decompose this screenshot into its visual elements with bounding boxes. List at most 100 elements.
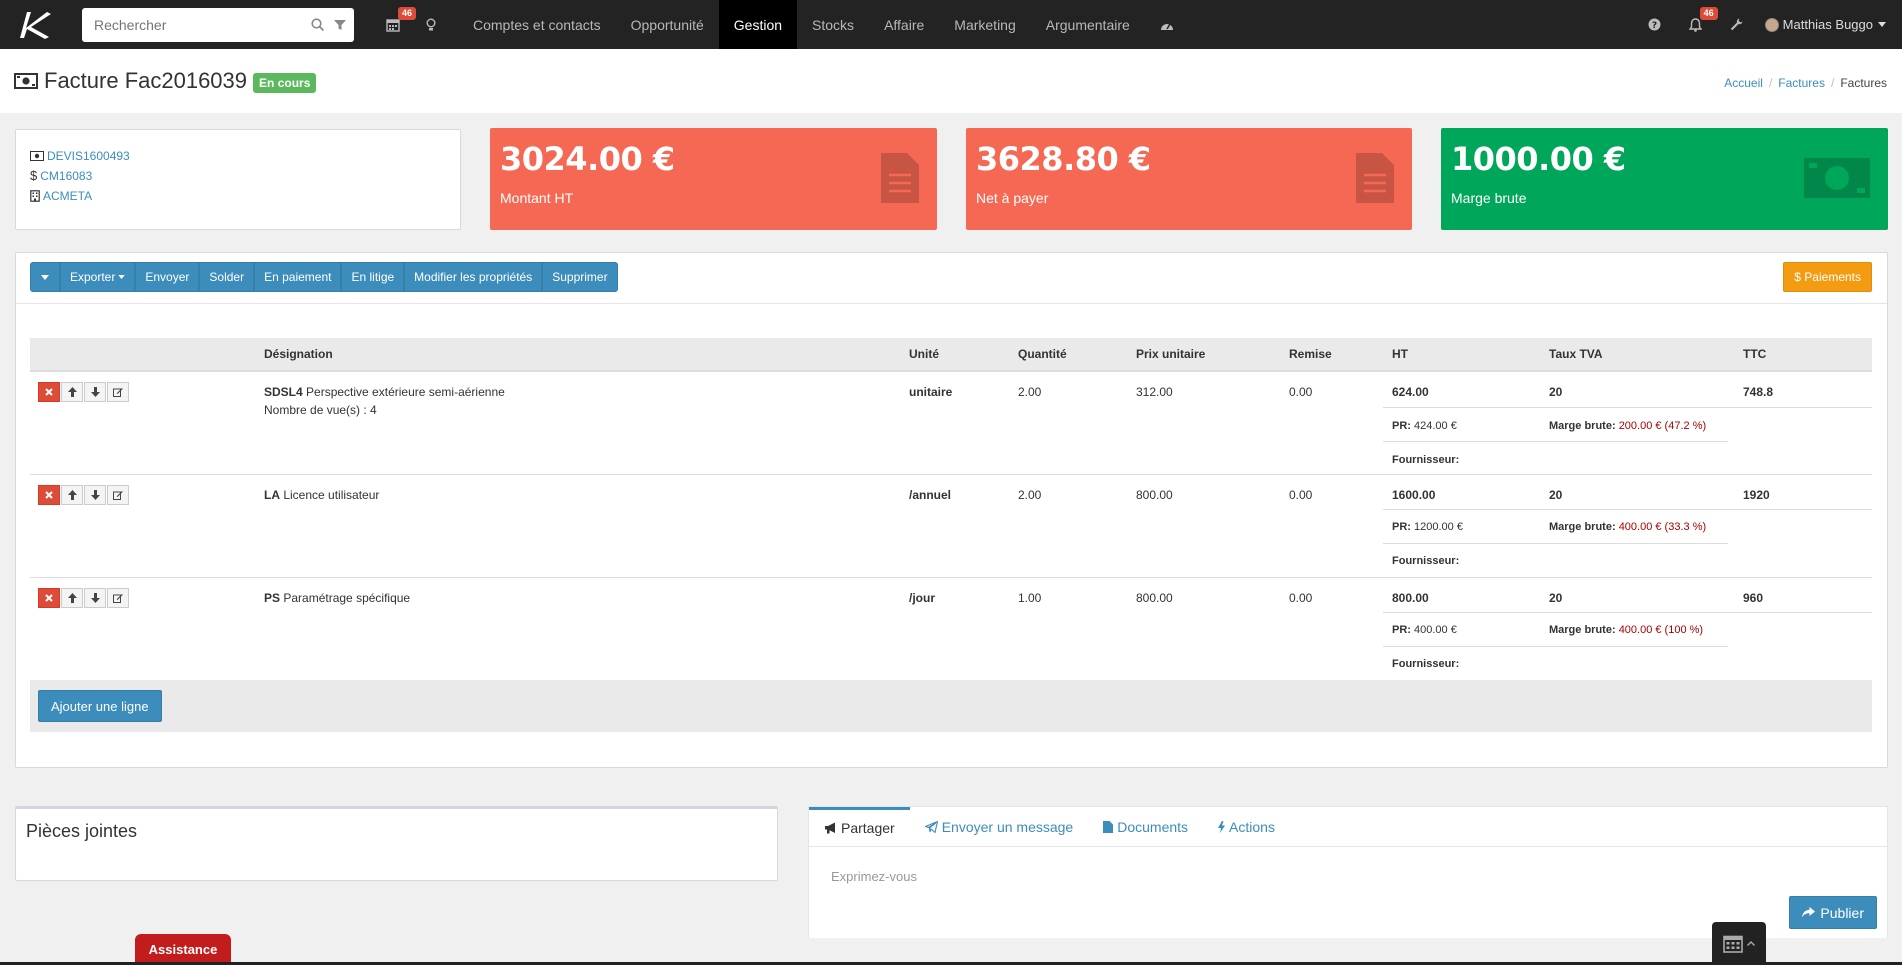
- settle-button[interactable]: Solder: [199, 262, 255, 292]
- settings-button[interactable]: [1720, 0, 1753, 49]
- attachments-box: Pièces jointes: [15, 806, 778, 881]
- move-down-button[interactable]: [84, 485, 106, 505]
- cell-unit: unitaire: [909, 385, 953, 399]
- close-icon: [45, 388, 53, 396]
- cell-pr: 400.00 €: [1414, 624, 1457, 636]
- cell-fournisseur: Fournisseur:: [1392, 555, 1460, 567]
- devis-money-icon: [30, 151, 44, 161]
- tab-partager[interactable]: Partager: [809, 807, 910, 846]
- delete-row-button[interactable]: [38, 588, 60, 608]
- calendar-nav-button[interactable]: 46: [376, 0, 416, 49]
- row-actions: [38, 588, 130, 608]
- kpi-net-a-payer: 3628.80 € Net à payer: [966, 128, 1412, 230]
- user-menu[interactable]: Matthias Buggo: [1753, 17, 1886, 32]
- breadcrumb-factures[interactable]: Factures: [1778, 76, 1825, 90]
- menu-item-opportunite[interactable]: Opportunité: [616, 0, 719, 49]
- filter-icon[interactable]: [334, 19, 346, 31]
- help-button[interactable]: ?: [1638, 0, 1671, 49]
- menu-item-affaire[interactable]: Affaire: [869, 0, 939, 49]
- social-tabs-box: Partager Envoyer un message Documents Ac…: [808, 806, 1888, 938]
- tab-documents[interactable]: Documents: [1088, 807, 1203, 846]
- menu-item-argumentaire[interactable]: Argumentaire: [1031, 0, 1145, 49]
- message-input[interactable]: Exprimez-vous: [831, 869, 917, 884]
- arrow-down-icon: [90, 387, 100, 397]
- menu-item-marketing[interactable]: Marketing: [939, 0, 1030, 49]
- table-row: PS Paramétrage spécifique /jour 1.00 800…: [30, 578, 1872, 681]
- user-name: Matthias Buggo: [1782, 17, 1873, 32]
- ideas-nav-button[interactable]: [416, 0, 446, 49]
- calendar-badge: 46: [397, 7, 416, 20]
- delete-button[interactable]: Supprimer: [542, 262, 618, 292]
- delete-row-button[interactable]: [38, 382, 60, 402]
- add-line-button[interactable]: Ajouter une ligne: [38, 690, 162, 722]
- cell-fournisseur: Fournisseur:: [1392, 658, 1460, 670]
- col-taux-tva: Taux TVA: [1549, 347, 1603, 361]
- question-icon: ?: [1648, 18, 1661, 31]
- breadcrumb-home[interactable]: Accueil: [1724, 76, 1763, 90]
- app-logo[interactable]: [0, 0, 70, 49]
- cell-marge: 200.00 € (47.2 %): [1618, 420, 1707, 432]
- avatar: [1764, 17, 1779, 32]
- cell-fournisseur: Fournisseur:: [1392, 454, 1460, 466]
- invoice-money-icon: [14, 73, 38, 89]
- delete-row-button[interactable]: [38, 485, 60, 505]
- table-row: LA Licence utilisateur /annuel 2.00 800.…: [30, 475, 1872, 578]
- edit-row-button[interactable]: [107, 382, 129, 402]
- share-icon: [1802, 907, 1816, 918]
- file-icon: [881, 153, 919, 203]
- edit-icon: [113, 387, 123, 397]
- menu-item-dashboard[interactable]: [1145, 0, 1189, 49]
- move-down-button[interactable]: [84, 382, 106, 402]
- menu-item-comptes[interactable]: Comptes et contacts: [458, 0, 616, 49]
- move-down-button[interactable]: [84, 588, 106, 608]
- link-commande[interactable]: CM16083: [40, 166, 92, 186]
- attachments-title: Pièces jointes: [26, 821, 138, 841]
- close-icon: [45, 491, 53, 499]
- edit-row-button[interactable]: [107, 588, 129, 608]
- cell-ttc: 1920: [1743, 488, 1770, 502]
- cell-tva: 20: [1549, 488, 1563, 502]
- move-up-button[interactable]: [61, 485, 83, 505]
- move-up-button[interactable]: [61, 382, 83, 402]
- in-payment-button[interactable]: En paiement: [254, 262, 342, 292]
- kpi-montant-ht: 3024.00 € Montant HT: [490, 128, 937, 230]
- move-up-button[interactable]: [61, 588, 83, 608]
- money-icon: [1804, 158, 1870, 198]
- cell-unit: /annuel: [909, 488, 952, 502]
- building-icon: [30, 190, 40, 202]
- tab-actions[interactable]: Actions: [1203, 807, 1290, 846]
- product-name: Licence utilisateur: [283, 488, 380, 502]
- menu-item-stocks[interactable]: Stocks: [797, 0, 869, 49]
- file-icon: [1103, 820, 1114, 833]
- menu-item-gestion[interactable]: Gestion: [718, 0, 798, 49]
- toolbar-dropdown-button[interactable]: [30, 262, 60, 292]
- col-prix-unitaire: Prix unitaire: [1136, 347, 1206, 361]
- export-button[interactable]: Exporter: [60, 262, 136, 292]
- link-societe[interactable]: ACMETA: [43, 186, 92, 206]
- bolt-icon: [1218, 820, 1226, 833]
- publish-button[interactable]: Publier: [1789, 896, 1877, 929]
- notifications-button[interactable]: 46: [1679, 0, 1718, 49]
- tab-envoyer-message[interactable]: Envoyer un message: [910, 807, 1089, 846]
- cell-qty: 1.00: [1018, 591, 1042, 605]
- product-name: Paramétrage spécifique: [283, 591, 411, 605]
- in-dispute-button[interactable]: En litige: [341, 262, 405, 292]
- arrow-up-icon: [67, 490, 77, 500]
- edit-properties-button[interactable]: Modifier les propriétés: [404, 262, 543, 292]
- assistance-button[interactable]: Assistance: [135, 934, 231, 965]
- link-devis[interactable]: DEVIS1600493: [47, 146, 130, 166]
- calendar-widget-button[interactable]: [1712, 922, 1766, 965]
- cell-discount: 0.00: [1289, 385, 1313, 399]
- col-unite: Unité: [909, 347, 939, 361]
- calendar-icon: [386, 18, 400, 32]
- edit-icon: [113, 490, 123, 500]
- cell-discount: 0.00: [1289, 591, 1313, 605]
- cell-discount: 0.00: [1289, 488, 1313, 502]
- search-input[interactable]: [94, 16, 301, 33]
- search-box: [82, 7, 354, 42]
- search-icon[interactable]: [311, 18, 324, 31]
- payments-button[interactable]: $ Paiements: [1783, 262, 1872, 292]
- send-button[interactable]: Envoyer: [135, 262, 200, 292]
- cell-pr: 424.00 €: [1414, 420, 1457, 432]
- edit-row-button[interactable]: [107, 485, 129, 505]
